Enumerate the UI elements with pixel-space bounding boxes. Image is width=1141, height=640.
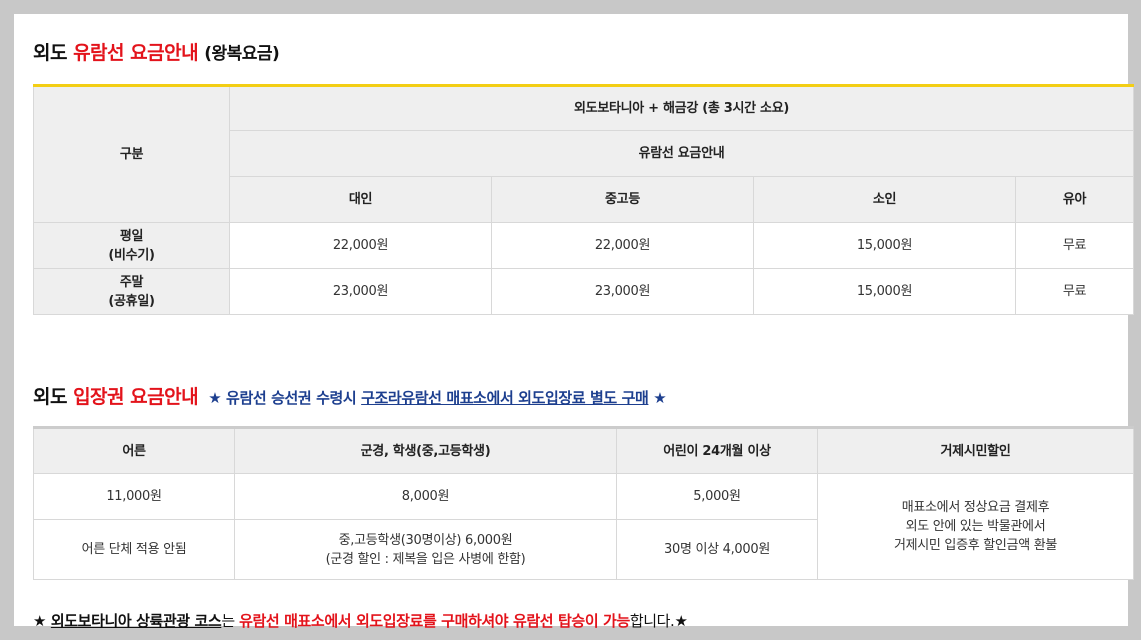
fare-cell: 22,000원	[491, 222, 754, 269]
row-label-line1: 주말	[119, 274, 144, 290]
notice-underlined: 구조라유람선 매표소에서 외도입장료 별도 구매	[361, 389, 649, 407]
cruise-fare-heading-red: 유람선 요금안내	[73, 42, 199, 64]
col-student: 군경, 학생(중,고등학생)	[234, 427, 617, 474]
table-row: 11,000원 8,000원 5,000원 매표소에서 정상요금 결제후 외도 …	[33, 473, 1134, 580]
col-child: 어린이 24개월 이상	[616, 427, 818, 474]
fare-cell: 무료	[1015, 268, 1134, 315]
cruise-fare-heading-prefix: 외도	[33, 42, 74, 64]
notice-star: ★	[33, 612, 51, 630]
fare-cell: 23,000원	[491, 268, 754, 315]
landing-course-notice: ★ 외도보타니아 상륙관광 코스는 유람선 매표소에서 외도입장료를 구매하셔야…	[33, 610, 688, 631]
discount-line: 거제시민 입증후 할인금액 환불	[893, 538, 1058, 553]
content-page: 외도 유람선 요금안내 (왕복요금) 구분 외도보타니아 + 해금강 (총 3시…	[14, 14, 1134, 630]
col-teen: 중고등	[491, 176, 754, 223]
notice-star: ★	[674, 612, 688, 630]
row-label-weekday: 평일 (비수기)	[33, 222, 230, 269]
fare-cell: 15,000원	[753, 222, 1016, 269]
cruise-fare-table: 구분 외도보타니아 + 해금강 (총 3시간 소요) 유람선 요금안내 대인 중…	[33, 84, 1134, 315]
notice-text: 는	[221, 612, 240, 630]
admission-fare-table: 어른 군경, 학생(중,고등학생) 어린이 24개월 이상 거제시민할인 11,…	[33, 426, 1134, 580]
ticket-notice: ★ 유람선 승선권 수령시 구조라유람선 매표소에서 외도입장료 별도 구매 ★	[208, 389, 667, 407]
admission-fare-heading: 외도 입장권 요금안내 ★ 유람선 승선권 수령시 구조라유람선 매표소에서 외…	[33, 382, 667, 409]
cruise-fare-heading: 외도 유람선 요금안내 (왕복요금)	[33, 38, 280, 65]
fare-cell: 30명 이상 4,000원	[616, 519, 818, 580]
citizen-discount-cell: 매표소에서 정상요금 결제후 외도 안에 있는 박물관에서 거제시민 입증후 할…	[817, 473, 1134, 580]
col-child: 소인	[753, 176, 1016, 223]
notice-star-left: ★ 유람선 승선권 수령시	[208, 389, 362, 407]
col-adult: 어른	[33, 427, 235, 474]
fare-cell: 15,000원	[753, 268, 1016, 315]
row-label-line2: (공휴일)	[108, 293, 155, 309]
row-label-line2: (비수기)	[108, 247, 155, 263]
student-group-line: 중,고등학생(30명이상) 6,000원	[338, 532, 513, 548]
fare-cell: 어른 단체 적용 안됨	[33, 519, 235, 580]
table-row: 주말 (공휴일) 23,000원 23,000원 15,000원 무료	[33, 268, 1134, 315]
col-infant: 유아	[1015, 176, 1134, 223]
discount-line: 외도 안에 있는 박물관에서	[905, 519, 1046, 534]
row-label-line1: 평일	[119, 228, 144, 244]
fare-cell: 5,000원	[616, 473, 818, 520]
military-discount-note: (군경 할인 : 제복을 입은 사병에 한함)	[325, 551, 526, 567]
row-label-weekend: 주말 (공휴일)	[33, 268, 230, 315]
route-header: 외도보타니아 + 해금강 (총 3시간 소요)	[229, 85, 1134, 131]
cruise-fare-heading-suffix: (왕복요금)	[204, 44, 280, 64]
col-citizen-discount: 거제시민할인	[817, 427, 1134, 474]
fare-cell: 8,000원	[234, 473, 617, 520]
notice-red-text: 유람선 매표소에서 외도입장료를 구매하셔야 유람선 탑승이 가능	[239, 612, 630, 630]
course-name: 외도보타니아 상륙관광 코스	[50, 612, 222, 630]
admission-heading-red: 입장권 요금안내	[73, 386, 199, 408]
admission-heading-prefix: 외도	[33, 386, 74, 408]
student-group-cell: 중,고등학생(30명이상) 6,000원 (군경 할인 : 제복을 입은 사병에…	[234, 519, 617, 580]
fare-cell: 11,000원	[33, 473, 235, 520]
notice-star-right: ★	[648, 389, 667, 407]
notice-text: 합니다.	[629, 612, 675, 630]
fare-cell: 23,000원	[229, 268, 492, 315]
category-header: 구분	[33, 85, 230, 223]
table-row: 평일 (비수기) 22,000원 22,000원 15,000원 무료	[33, 222, 1134, 269]
fare-cell: 22,000원	[229, 222, 492, 269]
fare-cell: 무료	[1015, 222, 1134, 269]
fare-subheader: 유람선 요금안내	[229, 130, 1134, 177]
col-adult: 대인	[229, 176, 492, 223]
discount-line: 매표소에서 정상요금 결제후	[901, 500, 1050, 515]
